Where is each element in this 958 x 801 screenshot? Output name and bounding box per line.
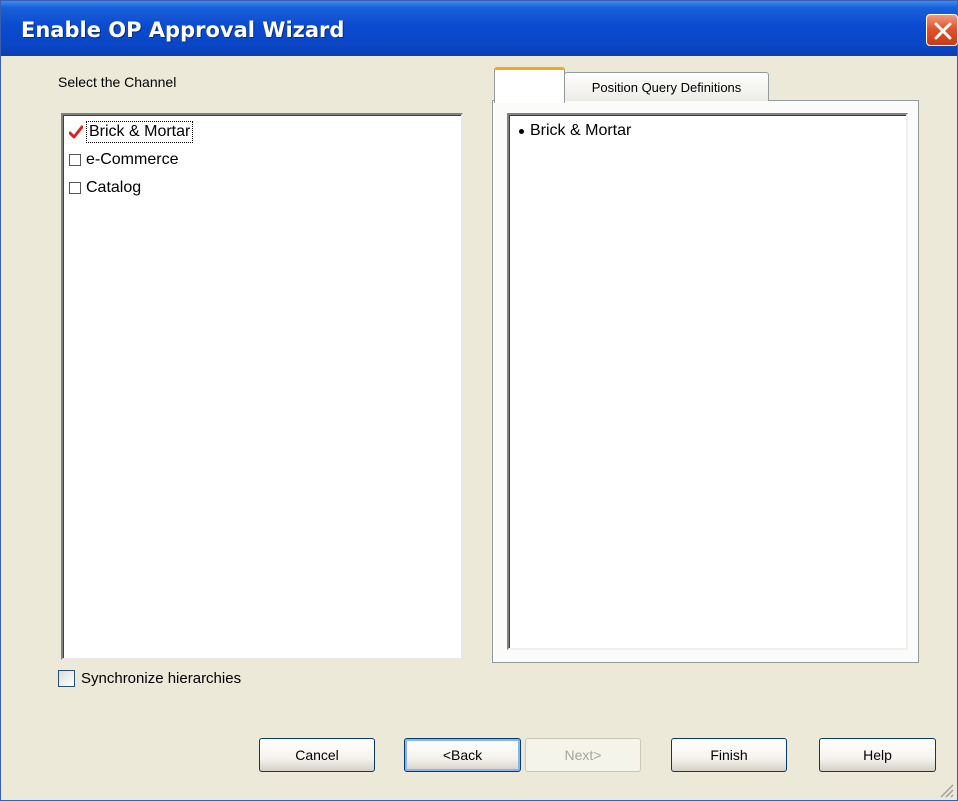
- close-icon: [934, 22, 952, 40]
- tab-position-query-definitions[interactable]: Position Query Definitions: [564, 72, 769, 101]
- position-query-list[interactable]: Brick & Mortar: [507, 113, 908, 650]
- channel-item-brick-mortar[interactable]: Brick & Mortar: [69, 121, 194, 143]
- checkbox-icon[interactable]: [69, 154, 81, 166]
- synchronize-hierarchies-label: Synchronize hierarchies: [81, 669, 242, 687]
- select-channel-label: Select the Channel: [58, 74, 177, 90]
- checkbox-icon[interactable]: [69, 182, 81, 194]
- tab-blank[interactable]: [494, 67, 565, 103]
- checked-checkbox-icon[interactable]: [69, 125, 83, 139]
- synchronize-hierarchies-checkbox[interactable]: Synchronize hierarchies: [58, 667, 241, 689]
- close-button[interactable]: [926, 14, 958, 46]
- active-tab-highlight: [494, 67, 565, 70]
- window-title: Enable OP Approval Wizard: [21, 18, 345, 42]
- help-button[interactable]: Help: [819, 738, 936, 772]
- bullet-icon: [519, 128, 524, 134]
- wizard-window: Enable OP Approval Wizard Select the Cha…: [0, 0, 958, 801]
- channel-item-catalog[interactable]: Catalog: [69, 177, 143, 199]
- channel-item-label: e-Commerce: [86, 151, 179, 168]
- finish-button[interactable]: Finish: [671, 738, 787, 772]
- cancel-button[interactable]: Cancel: [259, 738, 375, 772]
- resize-grip-icon[interactable]: [937, 781, 955, 799]
- channel-item-e-commerce[interactable]: e-Commerce: [69, 149, 180, 171]
- back-button[interactable]: <Back: [404, 738, 521, 772]
- channel-list[interactable]: Brick & Mortar e-Commerce Catalog: [61, 113, 463, 660]
- list-item[interactable]: Brick & Mortar: [519, 121, 631, 141]
- checkbox-icon[interactable]: [58, 669, 75, 687]
- channel-item-label: Brick & Mortar: [86, 121, 194, 143]
- title-bar[interactable]: Enable OP Approval Wizard: [1, 1, 958, 56]
- tab-label: Position Query Definitions: [591, 79, 742, 95]
- next-button[interactable]: Next>: [525, 738, 641, 772]
- list-item-label: Brick & Mortar: [530, 122, 632, 139]
- channel-item-label: Catalog: [86, 179, 142, 196]
